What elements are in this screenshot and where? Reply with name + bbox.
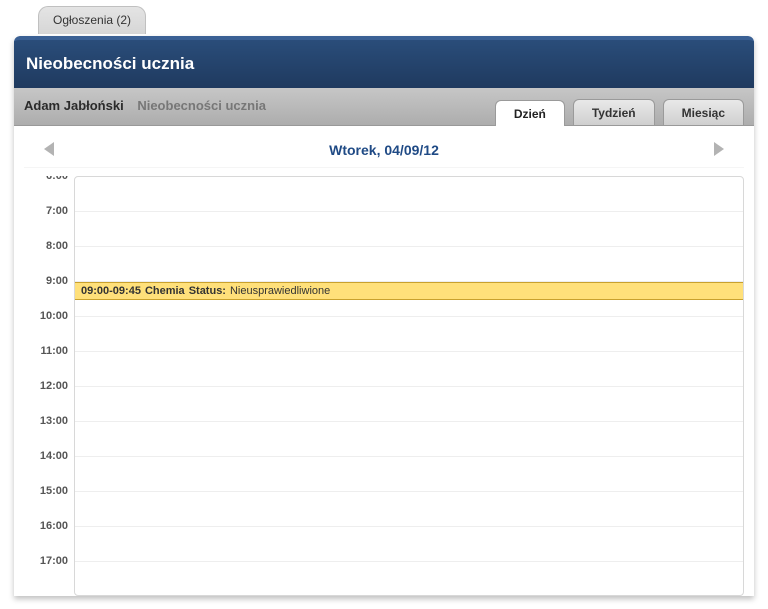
- day-grid[interactable]: 09:00-09:45 Chemia Status: Nieusprawiedl…: [74, 176, 744, 596]
- hour-label: 12:00: [24, 380, 74, 415]
- hour-label: 6:00: [24, 176, 74, 205]
- event-time: 09:00-09:45: [81, 285, 141, 297]
- grid-row: [75, 422, 743, 457]
- grid-row: [75, 247, 743, 282]
- event-status-value: Nieusprawiedliwione: [230, 285, 330, 297]
- hour-label: 8:00: [24, 240, 74, 275]
- subheader: Adam Jabłoński Nieobecności ucznia Dzień…: [14, 88, 754, 126]
- next-day-arrow[interactable]: [714, 142, 724, 156]
- hour-label: 7:00: [24, 205, 74, 240]
- hour-label: 13:00: [24, 415, 74, 450]
- event-status-label: Status:: [189, 285, 226, 297]
- hour-label: 11:00: [24, 345, 74, 380]
- content: Wtorek, 04/09/12 6:00 7:00 8:00 9:00 10:…: [14, 126, 754, 596]
- tab-week[interactable]: Tydzień: [573, 99, 655, 125]
- absence-event[interactable]: 09:00-09:45 Chemia Status: Nieusprawiedl…: [75, 282, 743, 300]
- grid-row: [75, 492, 743, 527]
- grid-row: [75, 527, 743, 562]
- grid-row: [75, 317, 743, 352]
- prev-day-arrow[interactable]: [44, 142, 54, 156]
- view-tabs: Dzień Tydzień Miesiąc: [495, 99, 744, 125]
- announcements-tab[interactable]: Ogłoszenia (2): [38, 6, 146, 34]
- hour-label: 15:00: [24, 485, 74, 520]
- calendar: 6:00 7:00 8:00 9:00 10:00 11:00 12:00 13…: [24, 176, 744, 596]
- hour-label: 17:00: [24, 555, 74, 590]
- top-tab-area: Ogłoszenia (2): [0, 0, 768, 36]
- grid-row: [75, 352, 743, 387]
- main-panel: Nieobecności ucznia Adam Jabłoński Nieob…: [14, 36, 754, 596]
- tab-day[interactable]: Dzień: [495, 100, 565, 126]
- hour-label: 16:00: [24, 520, 74, 555]
- grid-row: [75, 387, 743, 422]
- hour-label: 14:00: [24, 450, 74, 485]
- breadcrumb-page: Nieobecności ucznia: [137, 98, 266, 113]
- hour-label: 10:00: [24, 310, 74, 345]
- grid-row: [75, 212, 743, 247]
- grid-row: [75, 177, 743, 212]
- grid-row: [75, 457, 743, 492]
- date-label: Wtorek, 04/09/12: [329, 142, 439, 158]
- date-nav: Wtorek, 04/09/12: [24, 132, 744, 168]
- hour-label: 9:00: [24, 275, 74, 310]
- grid-row: [75, 562, 743, 596]
- event-subject: Chemia: [145, 285, 185, 297]
- time-column: 6:00 7:00 8:00 9:00 10:00 11:00 12:00 13…: [24, 176, 74, 596]
- tab-month[interactable]: Miesiąc: [663, 99, 744, 125]
- breadcrumb: Adam Jabłoński Nieobecności ucznia: [24, 98, 266, 113]
- breadcrumb-student: Adam Jabłoński: [24, 98, 124, 113]
- page-title: Nieobecności ucznia: [14, 36, 754, 88]
